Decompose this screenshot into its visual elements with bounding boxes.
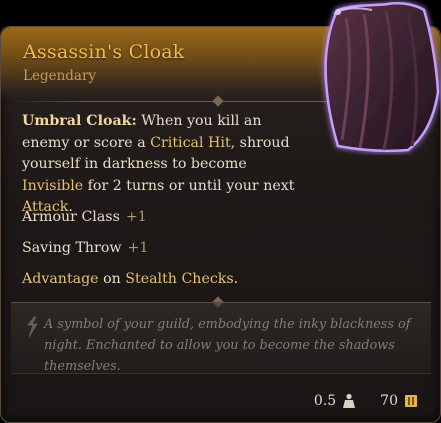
advantage-text: .	[233, 271, 239, 287]
keyword-checks[interactable]: Checks	[181, 271, 233, 287]
stat-value: +1	[127, 240, 149, 256]
keyword-critical-hit[interactable]: Critical Hit	[150, 135, 230, 151]
stat-armour-class: Armour Class +1	[22, 209, 147, 225]
tooltip-footer: 0.5 70	[314, 390, 418, 412]
item-rarity: Legendary	[23, 68, 97, 84]
stat-saving-throw: Saving Throw +1	[22, 240, 148, 256]
stat-value: +1	[125, 209, 147, 225]
ability-name: Umbral Cloak:	[22, 113, 137, 129]
weight-value: 0.5	[313, 393, 337, 409]
cloak-icon	[316, 0, 441, 155]
stat-label: Armour Class	[22, 209, 120, 225]
keyword-stealth[interactable]: Stealth	[125, 271, 177, 287]
quote-icon	[25, 316, 39, 338]
advantage-stealth: Advantage on Stealth Checks.	[22, 271, 238, 287]
item-description: Umbral Cloak: When you kill an enemy or …	[22, 111, 312, 219]
gold-coin-icon	[404, 393, 418, 409]
keyword-invisible[interactable]: Invisible	[22, 178, 83, 194]
description-text: for 2 turns or until your next	[83, 177, 295, 194]
item-name: Assassin's Cloak	[23, 41, 185, 63]
weight-icon	[342, 393, 356, 409]
flavor-panel: A symbol of your guild, embodying the in…	[11, 302, 431, 374]
flavor-text: A symbol of your guild, embodying the in…	[44, 317, 411, 374]
keyword-advantage[interactable]: Advantage	[22, 271, 99, 287]
price-value: 70	[380, 393, 398, 409]
advantage-text: on	[98, 271, 126, 287]
stat-label: Saving Throw	[22, 240, 122, 256]
